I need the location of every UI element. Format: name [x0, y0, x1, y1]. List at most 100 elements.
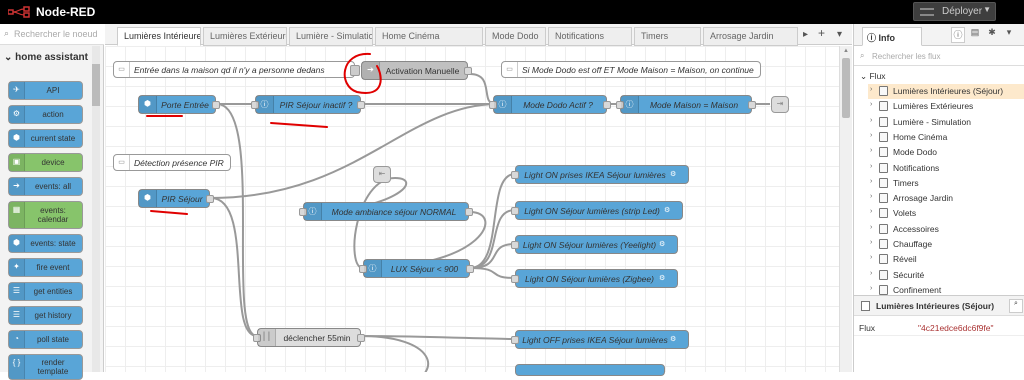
chevron-right-icon[interactable]: › — [870, 239, 872, 246]
chevron-right-icon[interactable]: › — [870, 178, 872, 185]
node-light-on-yeelight[interactable]: Light ON Séjour lumières (Yeelight) ⚙ — [511, 235, 678, 254]
chevron-down-icon[interactable]: ▼ — [983, 5, 991, 14]
chevron-right-icon[interactable]: › — [870, 208, 872, 215]
flow-list-item[interactable]: › Arrosage Jardin — [868, 191, 1024, 206]
palette-node[interactable]: ☰ get entities — [8, 282, 83, 301]
input-port[interactable] — [511, 241, 519, 249]
chevron-right-icon[interactable]: › — [870, 86, 872, 93]
palette-node[interactable]: ✦ fire event — [8, 258, 83, 277]
comment-entree[interactable]: ▭ Entrée dans la maison qd il n'y a perso… — [113, 61, 355, 78]
flow-list-item[interactable]: › Lumière - Simulation — [868, 115, 1024, 130]
node-light-on-zigbee[interactable]: Light ON Séjour lumières (Zigbee) ⚙ — [511, 269, 678, 288]
tab-4[interactable]: Mode Dodo — [485, 27, 546, 46]
debug-bug-icon[interactable]: ✱ — [985, 27, 999, 43]
flow-list-item[interactable]: › Home Cinéma — [868, 130, 1024, 145]
deploy-button[interactable]: Déployer ▼ — [913, 2, 996, 21]
chevron-right-icon[interactable]: › — [870, 285, 872, 292]
palette-node[interactable]: ◔ poll state — [8, 330, 83, 349]
node-mode-ambiance[interactable]: ⓘ Mode ambiance séjour NORMAL — [299, 202, 473, 221]
palette-node[interactable]: ▦ events: calendar — [8, 201, 83, 229]
chevron-right-icon[interactable]: › — [870, 117, 872, 124]
input-port[interactable] — [511, 336, 519, 344]
node-pir-sejour[interactable]: ⬢ PIR Séjour — [138, 189, 214, 208]
input-port[interactable] — [511, 171, 519, 179]
workspace-scrollbar[interactable]: ▲ — [839, 46, 852, 372]
search-flow-icon[interactable]: ⌕ — [1009, 299, 1023, 313]
chevron-right-icon[interactable]: › — [870, 132, 872, 139]
scroll-up-icon[interactable]: ▲ — [843, 48, 849, 54]
palette-category-home-assistant[interactable]: ⌄ home assistant — [4, 52, 88, 63]
flow-list-item[interactable]: › Sécurité — [868, 268, 1024, 283]
node-pir-inactif[interactable]: ⓘ PIR Séjour inactif ? — [251, 95, 365, 114]
flow-list-item[interactable]: › Lumières Extérieures — [868, 99, 1024, 114]
palette-node[interactable]: ▣ device — [8, 153, 83, 172]
flow-list-item[interactable]: › Accessoires — [868, 222, 1024, 237]
palette-node[interactable]: ➔ events: all — [8, 177, 83, 196]
output-port[interactable] — [464, 67, 472, 75]
tab-menu-icon[interactable]: ▾ — [837, 29, 842, 40]
workspace-scroll-thumb[interactable] — [842, 58, 850, 118]
tab-1[interactable]: Lumières Extérieures — [203, 27, 287, 46]
flow-list-item[interactable]: › Chauffage — [868, 237, 1024, 252]
node-mode-maison[interactable]: ⓘ Mode Maison = Maison — [616, 95, 756, 114]
scroll-tabs-icon[interactable]: ▸ — [803, 29, 808, 40]
palette-node[interactable]: ✈ API — [8, 81, 83, 100]
flux-section-header[interactable]: ⌄ Flux — [860, 71, 886, 82]
node-light-on-ikea[interactable]: Light ON prises IKEA Séjour lumières ⚙ — [511, 165, 689, 184]
add-tab-icon[interactable]: + — [818, 26, 825, 40]
tab-0[interactable]: Lumières Intérieures — [117, 27, 201, 46]
node-lux-sejour[interactable]: ⓘ LUX Séjour < 900 — [359, 259, 474, 278]
chevron-right-icon[interactable]: › — [870, 270, 872, 277]
sidebar-menu-icon[interactable]: ▾ — [1002, 27, 1016, 43]
tab-2[interactable]: Lumière - Simulation — [289, 27, 373, 46]
palette-node[interactable]: ⬢ events: state — [8, 234, 83, 253]
output-port[interactable] — [212, 101, 220, 109]
flow-search-input[interactable]: ⌕ Rechercher les flux — [854, 48, 1024, 66]
palette-node[interactable]: { } render template — [8, 354, 83, 380]
tab-6[interactable]: Timers — [634, 27, 701, 46]
flow-list-item[interactable]: › Réveil — [868, 252, 1024, 267]
flow-list-item[interactable]: › Volets — [868, 206, 1024, 221]
comment-mode-dodo[interactable]: ▭ Si Mode Dodo est off ET Mode Maison = M… — [501, 61, 761, 78]
chevron-right-icon[interactable]: › — [870, 224, 872, 231]
tab-3[interactable]: Home Cinéma — [375, 27, 483, 46]
palette-node[interactable]: ☰ get history — [8, 306, 83, 325]
output-port[interactable] — [465, 208, 473, 216]
node-declencher[interactable]: ┃┃ déclencher 55min — [253, 328, 365, 347]
palette-search-input[interactable]: ⌕ Rechercher le noeud — [0, 24, 104, 45]
flow-list-item[interactable]: › Lumières Intérieures (Séjour) — [868, 84, 1024, 99]
chevron-right-icon[interactable]: › — [870, 254, 872, 261]
output-port[interactable] — [603, 101, 611, 109]
input-port[interactable] — [511, 207, 519, 215]
sidebar-tab-info[interactable]: ⓘ Info — [862, 27, 922, 46]
node-light-off-partial[interactable] — [515, 364, 665, 376]
link-out-node[interactable]: ⇥ — [771, 96, 789, 113]
flow-list-item[interactable]: › Mode Dodo — [868, 145, 1024, 160]
node-activation-manuelle[interactable]: ➔ Activation Manuelle — [350, 61, 472, 80]
link-in-node[interactable]: ⇤ — [373, 166, 391, 183]
chevron-right-icon[interactable]: › — [870, 147, 872, 154]
node-light-off-ikea[interactable]: Light OFF prises IKEA Séjour lumières ⚙ — [511, 330, 689, 349]
chevron-right-icon[interactable]: › — [870, 163, 872, 170]
flow-list-item[interactable]: › Notifications — [868, 161, 1024, 176]
info-tab-icon[interactable]: ⓘ — [951, 27, 965, 43]
input-port[interactable] — [511, 275, 519, 283]
output-port[interactable] — [206, 195, 214, 203]
flow-workspace[interactable]: ▭ Entrée dans la maison qd il n'y a perso… — [105, 46, 839, 376]
output-port[interactable] — [357, 334, 365, 342]
output-port[interactable] — [748, 101, 756, 109]
flow-list-item[interactable]: › Timers — [868, 176, 1024, 191]
output-port[interactable] — [466, 265, 474, 273]
palette-scroll-thumb[interactable] — [92, 64, 100, 106]
node-porte-entree[interactable]: ⬢ Porte Entrée — [138, 95, 220, 114]
comment-pir[interactable]: ▭ Détection présence PIR — [113, 154, 231, 171]
palette-node[interactable]: ⚙ action — [8, 105, 83, 124]
node-mode-dodo-actif[interactable]: ⓘ Mode Dodo Actif ? — [489, 95, 611, 114]
output-port[interactable] — [357, 101, 365, 109]
inject-button[interactable] — [350, 65, 360, 76]
palette-node[interactable]: ⬢ current state — [8, 129, 83, 148]
node-light-on-strip[interactable]: Light ON Séjour lumières (strip Led) ⚙ — [511, 201, 683, 220]
chevron-right-icon[interactable]: › — [870, 193, 872, 200]
tab-5[interactable]: Notifications — [548, 27, 632, 46]
chevron-right-icon[interactable]: › — [870, 101, 872, 108]
